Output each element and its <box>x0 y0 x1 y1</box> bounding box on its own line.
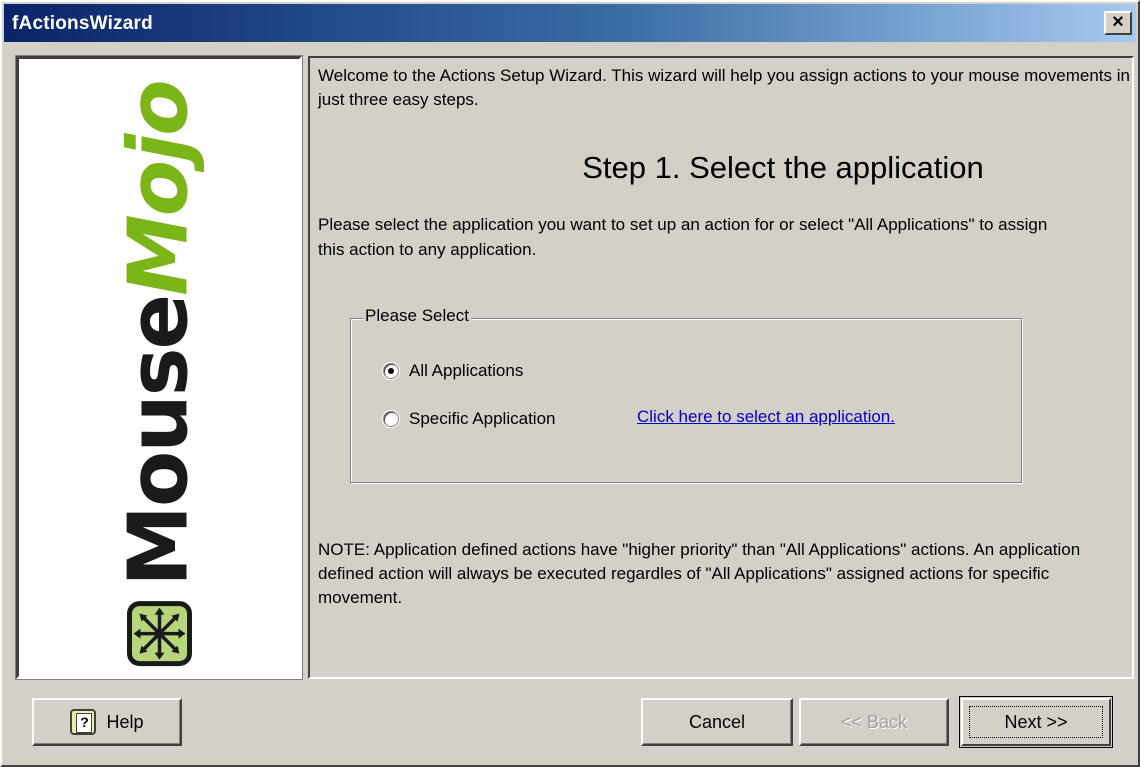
radio-specific-application[interactable]: Specific Application <box>383 409 555 429</box>
select-application-link[interactable]: Click here to select an application. <box>637 407 895 427</box>
intro-text: Welcome to the Actions Setup Wizard. Thi… <box>318 66 1130 109</box>
logo-panel: Mouse Mojo <box>15 55 303 680</box>
group-legend: Please Select <box>363 306 471 326</box>
radio-button-specific-application[interactable] <box>383 411 399 427</box>
focus-rectangle <box>969 706 1103 738</box>
client-area: Mouse Mojo Welcome to the Actions Setup W… <box>4 44 1136 764</box>
application-select-group: Please Select All Applications Specific … <box>350 306 1022 483</box>
cancel-button-label: Cancel <box>688 711 746 732</box>
close-icon: × <box>1112 11 1124 33</box>
radio-label-all-applications[interactable]: All Applications <box>409 361 523 381</box>
note-text: NOTE: Application defined actions have "… <box>318 540 1081 607</box>
wizard-window: fActionsWizard × Mouse Mojo Welcome to t… <box>0 0 1140 767</box>
radio-all-applications[interactable]: All Applications <box>383 361 523 381</box>
help-button[interactable]: ? Help <box>32 698 182 746</box>
next-button[interactable]: Next >> <box>959 696 1113 748</box>
title-bar[interactable]: fActionsWizard × <box>4 4 1136 42</box>
radio-label-specific-application[interactable]: Specific Application <box>409 409 555 429</box>
back-button[interactable]: << Back <box>799 698 949 746</box>
mousemojo-logo: Mouse Mojo <box>111 81 207 667</box>
help-book-icon: ? <box>70 709 97 735</box>
wizard-content: Welcome to the Actions Setup Wizard. Thi… <box>308 56 1134 679</box>
logo-text-mouse: Mouse <box>111 295 207 587</box>
step-title: Step 1. Select the application <box>582 150 984 185</box>
mousemojo-arrows-icon <box>126 601 192 667</box>
close-button[interactable]: × <box>1104 11 1132 35</box>
instructions-text: Please select the application you want t… <box>318 215 1048 259</box>
radio-button-all-applications[interactable] <box>383 363 399 379</box>
cancel-button[interactable]: Cancel <box>641 698 793 746</box>
back-button-label: << Back <box>840 711 908 732</box>
logo-text-mojo: Mojo <box>111 81 207 296</box>
window-title: fActionsWizard <box>12 13 153 34</box>
help-button-label: Help <box>106 711 144 732</box>
